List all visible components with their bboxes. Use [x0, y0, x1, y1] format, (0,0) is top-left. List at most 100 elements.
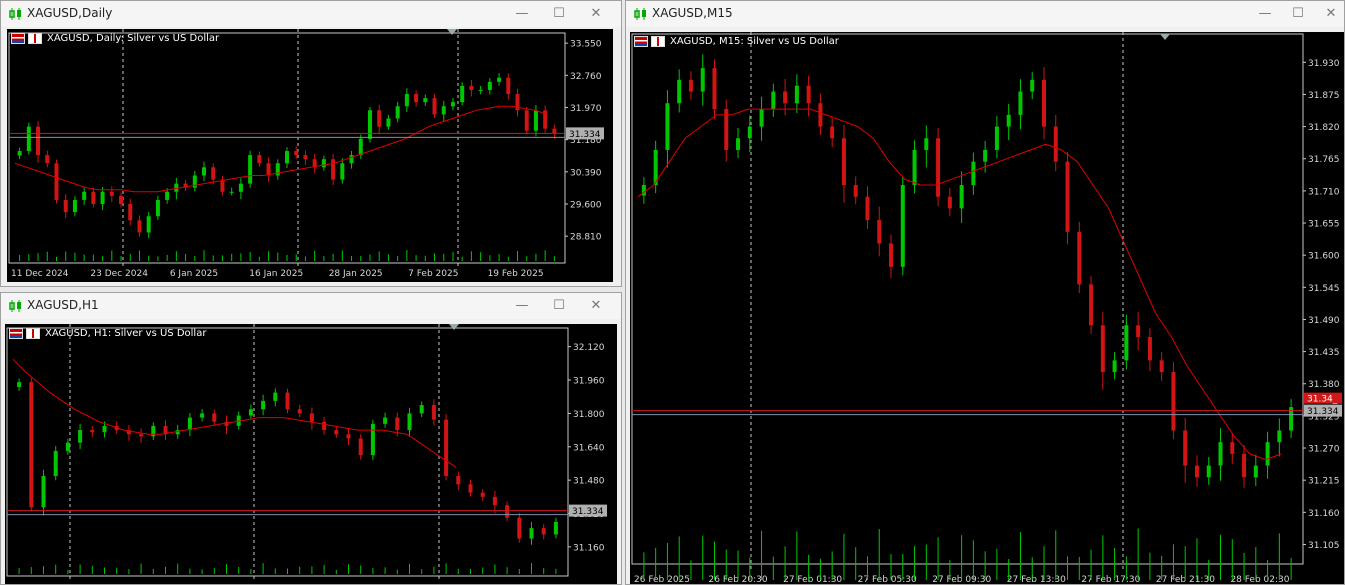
candle-body — [202, 167, 207, 176]
candle-body — [321, 159, 326, 168]
candle-body — [137, 220, 142, 233]
candle-body — [1265, 442, 1270, 466]
x-tick-label: 6 Jan 2025 — [170, 269, 218, 279]
shift-marker-icon[interactable] — [447, 29, 457, 35]
candle-body — [677, 79, 682, 104]
x-tick-label: 27 Feb 01:30 — [783, 575, 842, 585]
chart-area-h1[interactable]: 32.12031.96031.80031.64031.48031.32031.1… — [5, 324, 617, 585]
candle-body — [830, 126, 835, 139]
y-tick-label: 32.120 — [573, 343, 605, 353]
titlebar-h1[interactable]: XAGUSD,H1 — ☐ ✕ — [1, 293, 621, 319]
candle-body — [238, 183, 243, 192]
candle-body — [63, 199, 68, 213]
window-daily[interactable]: XAGUSD,Daily — ☐ ✕ 33.550 32.760 31.970 31.… — [0, 0, 622, 287]
x-tick-label: 27 Feb 05:30 — [858, 575, 917, 585]
candle-body — [294, 151, 299, 156]
x-tick-label: 23 Dec 2024 — [90, 269, 148, 279]
x-tick-label: 27 Feb 13:30 — [1007, 575, 1066, 585]
m15-chart[interactable]: 31.930 31.875 31.820 31.765 31.710 31.655 31.6… — [630, 32, 1345, 585]
titlebar-daily[interactable]: XAGUSD,Daily — ☐ ✕ — [1, 1, 621, 27]
chart-header: XAGUSD, H1: Silver vs US Dollar — [9, 328, 206, 342]
daily-chart[interactable]: 33.55032.76031.97031.18030.39029.60028.8… — [7, 29, 613, 282]
y-tick-label: 31.545 — [1308, 284, 1340, 294]
candle-body — [529, 528, 534, 539]
y-tick-label: 28.810 — [570, 233, 602, 243]
candle-body — [1277, 430, 1282, 443]
candle-body — [386, 118, 391, 127]
candle-body — [309, 413, 314, 422]
y-tick-label: 31.875 — [1308, 91, 1340, 101]
candle-body — [229, 191, 234, 193]
minimize-button[interactable]: — — [511, 296, 533, 316]
candle-body — [377, 110, 382, 127]
titlebar-m15[interactable]: XAGUSD,M15 — ☐ ✕ — [626, 1, 1344, 27]
y-tick-label: 31.435 — [1308, 348, 1340, 358]
plot-frame — [631, 33, 1304, 565]
candle-body — [747, 126, 752, 139]
candle-body — [1124, 325, 1129, 361]
candle-body — [853, 185, 858, 197]
candle-body — [1159, 360, 1164, 373]
candle-body — [334, 430, 339, 435]
candle-body — [492, 496, 497, 506]
minimize-button[interactable]: — — [511, 4, 533, 24]
candle-body — [200, 413, 205, 418]
window-m15[interactable]: XAGUSD,M15 — ☐ ✕ 31.930 31.875 31.820 31.76… — [625, 0, 1345, 585]
h1-chart[interactable]: 32.12031.96031.80031.64031.48031.32031.1… — [5, 324, 617, 585]
flag-icon — [26, 328, 40, 339]
close-button[interactable]: ✕ — [585, 296, 607, 316]
close-button[interactable]: ✕ — [585, 4, 607, 24]
plot-frame — [6, 327, 569, 577]
candle-body — [119, 195, 124, 204]
candle-body — [139, 434, 144, 437]
flag-icon — [11, 33, 25, 44]
candle-body — [460, 85, 465, 103]
chart-area-m15[interactable]: 31.930 31.875 31.820 31.765 31.710 31.655 31.6… — [630, 32, 1345, 585]
candlestick-app-icon — [9, 300, 21, 312]
maximize-button[interactable]: ☐ — [1287, 4, 1309, 24]
candle-body — [367, 110, 372, 139]
candle-body — [45, 155, 50, 164]
y-tick-label: 33.550 — [570, 40, 602, 50]
candle-body — [1065, 161, 1070, 232]
candle-body — [450, 102, 455, 107]
candle-body — [346, 434, 351, 439]
candle-body — [1206, 465, 1211, 478]
y-tick-label: 31.215 — [1308, 477, 1340, 487]
candle-body — [688, 79, 693, 92]
candle-body — [468, 484, 473, 493]
candle-body — [155, 199, 160, 217]
chart-label: XAGUSD, M15: Silver vs US Dollar — [670, 36, 839, 47]
shift-marker-icon[interactable] — [1160, 34, 1170, 40]
close-button[interactable]: ✕ — [1320, 4, 1342, 24]
window-h1[interactable]: XAGUSD,H1 — ☐ ✕ 32.120 31.960 31.800 31.640… — [0, 292, 622, 585]
candle-body — [41, 475, 46, 508]
y-tick-label: 31.710 — [1308, 187, 1340, 197]
candle-body — [212, 413, 217, 422]
candle-body — [441, 106, 446, 115]
maximize-button[interactable]: ☐ — [548, 296, 570, 316]
shift-marker-icon[interactable] — [449, 324, 459, 330]
x-tick-label: 11 Dec 2024 — [11, 269, 69, 279]
candle-body — [1006, 114, 1011, 127]
candle-body — [759, 109, 764, 127]
candle-body — [1230, 442, 1235, 454]
chart-area-daily[interactable]: 33.550 32.760 31.970 31.180 30.390 29.600 28.8… — [7, 29, 613, 282]
maximize-button[interactable]: ☐ — [548, 4, 570, 24]
candle-body — [806, 85, 811, 104]
candle-body — [404, 94, 409, 107]
candle-body — [431, 405, 436, 420]
y-tick-label: 31.160 — [573, 543, 605, 553]
candle-body — [297, 409, 302, 414]
candle-body — [331, 159, 336, 180]
minimize-button[interactable]: — — [1254, 4, 1276, 24]
candle-body — [285, 392, 290, 410]
flag-icon — [634, 36, 648, 47]
chart-label: XAGUSD, Daily: Silver vs US Dollar — [47, 33, 220, 44]
candle-body — [414, 94, 419, 103]
y-tick-label: 30.390 — [570, 168, 602, 178]
candle-body — [383, 417, 388, 424]
moving-average-line — [14, 105, 548, 193]
candle-body — [407, 413, 412, 431]
moving-average-line — [12, 358, 457, 469]
